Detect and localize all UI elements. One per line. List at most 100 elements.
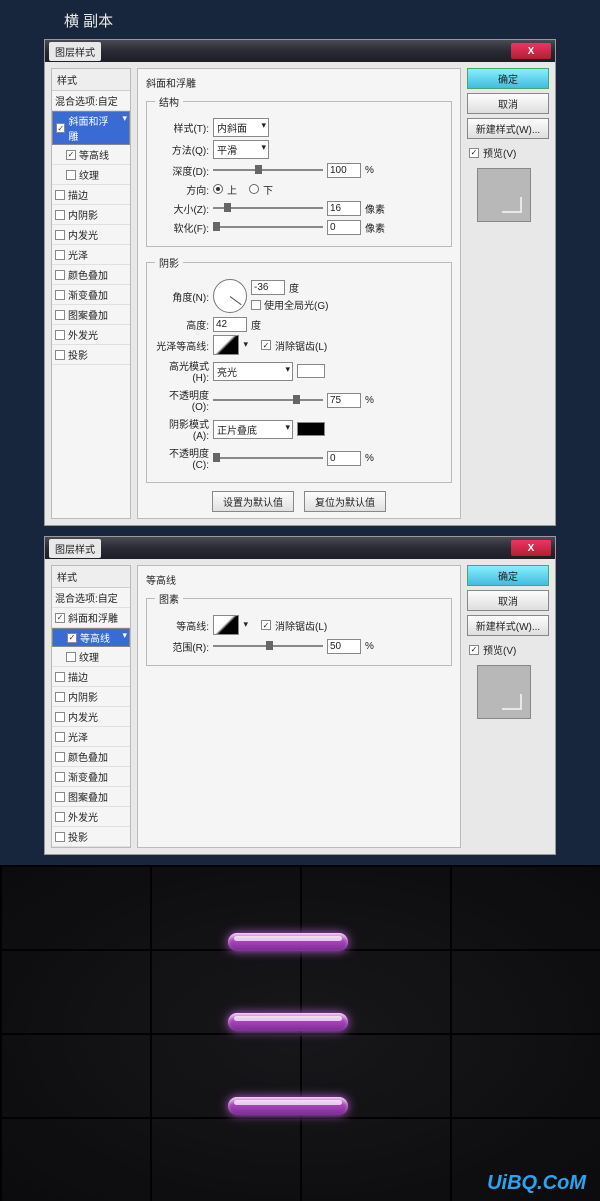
color-overlay-checkbox[interactable] [55,270,65,280]
outer-glow-checkbox[interactable] [55,812,65,822]
cancel-button[interactable]: 取消 [467,590,549,611]
outer-glow-row[interactable]: 外发光 [52,807,130,827]
contour-row[interactable]: ✓等高线 [52,628,130,647]
satin-checkbox[interactable] [55,732,65,742]
bevel-row[interactable]: ✓斜面和浮雕 [52,111,130,145]
inner-glow-checkbox[interactable] [55,230,65,240]
antialias-checkbox[interactable]: ✓ [261,340,271,350]
pattern-overlay-checkbox[interactable] [55,792,65,802]
titlebar[interactable]: 图层样式 X [45,40,555,62]
angle-input[interactable]: -36 [251,280,285,295]
outer-glow-checkbox[interactable] [55,330,65,340]
range-slider[interactable] [213,645,323,647]
inner-glow-checkbox[interactable] [55,712,65,722]
preview-checkbox[interactable]: ✓ [469,148,479,158]
size-input[interactable]: 16 [327,201,361,216]
close-button[interactable]: X [511,43,551,59]
satin-row[interactable]: 光泽 [52,727,130,747]
make-default-button[interactable]: 设置为默认值 [212,491,294,512]
ok-button[interactable]: 确定 [467,565,549,586]
color-overlay-checkbox[interactable] [55,752,65,762]
gradient-overlay-row[interactable]: 渐变叠加 [52,285,130,305]
blend-options-row[interactable]: 混合选项:自定 [52,588,130,608]
highlight-opacity-slider[interactable] [213,399,323,401]
new-style-button[interactable]: 新建样式(W)... [467,615,549,636]
dir-up-radio[interactable] [213,184,223,194]
stroke-row[interactable]: 描边 [52,667,130,687]
pattern-overlay-row[interactable]: 图案叠加 [52,787,130,807]
soften-input[interactable]: 0 [327,220,361,235]
gradient-overlay-row[interactable]: 渐变叠加 [52,767,130,787]
preview-checkbox[interactable]: ✓ [469,645,479,655]
drop-shadow-row[interactable]: 投影 [52,827,130,847]
inner-shadow-row[interactable]: 内阴影 [52,205,130,225]
gloss-contour-picker[interactable] [213,335,239,355]
contour-picker[interactable] [213,615,239,635]
blend-options-row[interactable]: 混合选项:自定 [52,91,130,111]
texture-checkbox[interactable] [66,170,76,180]
new-style-button[interactable]: 新建样式(W)... [467,118,549,139]
highlight-opacity-input[interactable]: 75 [327,393,361,408]
depth-slider[interactable] [213,169,323,171]
cancel-button[interactable]: 取消 [467,93,549,114]
stroke-row[interactable]: 描边 [52,185,130,205]
range-unit: % [365,641,374,652]
contour-checkbox[interactable]: ✓ [66,150,76,160]
bevel-checkbox[interactable]: ✓ [56,123,65,133]
texture-row[interactable]: 纹理 [52,647,130,667]
style-select[interactable]: 内斜面 [213,118,269,137]
stroke-checkbox[interactable] [55,190,65,200]
antialias-label: 消除锯齿(L) [275,618,327,633]
contour-checkbox[interactable]: ✓ [67,633,77,643]
close-button[interactable]: X [511,540,551,556]
technique-select[interactable]: 平滑 [213,140,269,159]
stroke-checkbox[interactable] [55,672,65,682]
highlight-color-swatch[interactable] [297,364,325,378]
shadow-color-swatch[interactable] [297,422,325,436]
soften-slider[interactable] [213,226,323,228]
pattern-overlay-row[interactable]: 图案叠加 [52,305,130,325]
shadow-opacity-slider[interactable] [213,457,323,459]
depth-input[interactable]: 100 [327,163,361,178]
bevel-row[interactable]: ✓斜面和浮雕 [52,608,130,628]
range-input[interactable]: 50 [327,639,361,654]
reset-default-button[interactable]: 复位为默认值 [304,491,386,512]
titlebar[interactable]: 图层样式 X [45,537,555,559]
inner-shadow-row[interactable]: 内阴影 [52,687,130,707]
neon-pill-3 [228,1097,348,1115]
highlight-mode-select[interactable]: 亮光 [213,362,293,381]
contour-row[interactable]: ✓等高线 [52,145,130,165]
styles-header: 样式 [52,69,130,91]
satin-checkbox[interactable] [55,250,65,260]
drop-shadow-checkbox[interactable] [55,832,65,842]
styles-header: 样式 [52,566,130,588]
elements-legend: 图素 [155,591,183,606]
antialias-checkbox[interactable]: ✓ [261,620,271,630]
angle-dial[interactable] [213,279,247,313]
color-overlay-row[interactable]: 颜色叠加 [52,265,130,285]
pattern-overlay-checkbox[interactable] [55,310,65,320]
satin-row[interactable]: 光泽 [52,245,130,265]
shadow-mode-select[interactable]: 正片叠底 [213,420,293,439]
page-title: 横 副本 [0,0,600,39]
bevel-checkbox[interactable]: ✓ [55,613,65,623]
altitude-input[interactable]: 42 [213,317,247,332]
color-overlay-row[interactable]: 颜色叠加 [52,747,130,767]
texture-checkbox[interactable] [66,652,76,662]
shadow-opacity-input[interactable]: 0 [327,451,361,466]
inner-glow-row[interactable]: 内发光 [52,707,130,727]
size-slider[interactable] [213,207,323,209]
inner-shadow-checkbox[interactable] [55,692,65,702]
inner-shadow-checkbox[interactable] [55,210,65,220]
drop-shadow-row[interactable]: 投影 [52,345,130,365]
inner-glow-row[interactable]: 内发光 [52,225,130,245]
global-light-checkbox[interactable] [251,300,261,310]
size-unit: 像素 [365,201,385,216]
dir-down-radio[interactable] [249,184,259,194]
drop-shadow-checkbox[interactable] [55,350,65,360]
gradient-overlay-checkbox[interactable] [55,290,65,300]
gradient-overlay-checkbox[interactable] [55,772,65,782]
ok-button[interactable]: 确定 [467,68,549,89]
outer-glow-row[interactable]: 外发光 [52,325,130,345]
texture-row[interactable]: 纹理 [52,165,130,185]
